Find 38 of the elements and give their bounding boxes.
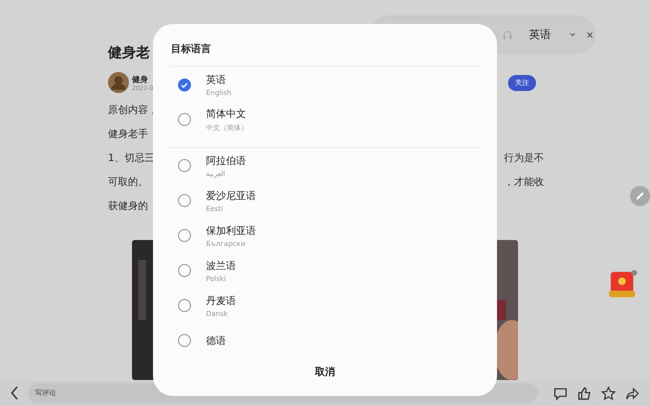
language-option[interactable]: 德语 [168, 323, 482, 349]
radio-button[interactable] [178, 264, 191, 277]
article-text: ，才能收 [504, 176, 544, 190]
cancel-button[interactable]: 取消 [305, 361, 345, 383]
language-name: 波兰语 [206, 260, 236, 272]
article-text: 获健身的 [108, 200, 148, 214]
article-title: 健身老 [108, 44, 150, 62]
back-icon[interactable] [10, 386, 19, 400]
radio-button[interactable] [178, 113, 191, 126]
radio-button[interactable] [178, 299, 191, 312]
envelope-icon[interactable] [607, 270, 637, 300]
language-name: 丹麦语 [206, 294, 236, 308]
language-name: 爱沙尼亚语 [206, 190, 256, 202]
article-text: 行为是不 [504, 152, 544, 166]
radio-button[interactable] [178, 159, 191, 172]
dialog-title: 目标语言 [168, 24, 482, 67]
article-text: 健身老手 [108, 128, 148, 142]
language-name: 英语 [206, 74, 227, 86]
close-icon[interactable] [586, 30, 594, 40]
radio-button[interactable] [178, 334, 191, 347]
share-icon[interactable] [625, 386, 640, 400]
radio-button[interactable] [178, 78, 191, 91]
radio-button[interactable] [178, 194, 191, 207]
star-icon[interactable] [601, 386, 616, 400]
language-label[interactable]: 英语 [529, 27, 552, 42]
comment-icon[interactable] [553, 386, 568, 400]
language-name: 德语 [206, 334, 226, 348]
language-name: 阿拉伯语 [206, 154, 246, 168]
article-text: 可取的。 [108, 176, 148, 190]
thumbs-up-icon[interactable] [577, 386, 592, 400]
radio-button[interactable] [178, 229, 191, 242]
language-name: 保加利亚语 [206, 224, 256, 238]
edit-button[interactable] [630, 186, 650, 206]
language-name: 简体中文 [206, 108, 247, 120]
avatar-icon[interactable] [108, 72, 129, 93]
pencil-icon [634, 190, 646, 202]
author-name[interactable]: 健身 [132, 74, 154, 84]
chevron-down-icon[interactable] [569, 30, 576, 39]
